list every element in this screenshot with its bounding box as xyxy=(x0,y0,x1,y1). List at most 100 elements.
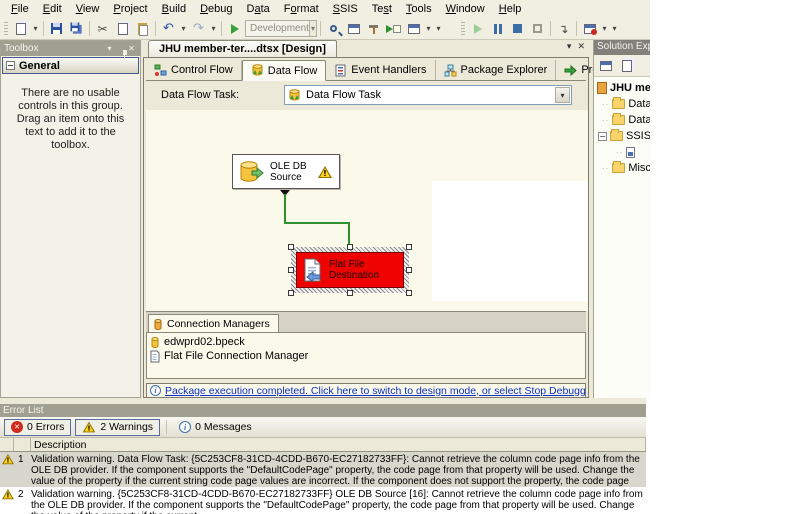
menu-ssis[interactable]: SSIS xyxy=(326,1,365,17)
selection-handle-ne[interactable] xyxy=(406,244,412,250)
tab-package-explorer[interactable]: Package Explorer xyxy=(436,60,557,80)
restart-button[interactable] xyxy=(528,20,547,38)
toolbox-group-general[interactable]: − General xyxy=(2,57,139,74)
configuration-value: Development xyxy=(250,23,309,34)
tree-item-folder[interactable]: ·· Misc xyxy=(594,160,650,176)
step-button[interactable]: ↴ xyxy=(554,20,573,38)
breakpoints-window-icon xyxy=(584,24,596,34)
stop-debug-button[interactable] xyxy=(508,20,527,38)
selection-handle-n[interactable] xyxy=(347,244,353,250)
messages-filter-button[interactable]: i 0 Messages xyxy=(173,419,258,436)
connection-manager-item[interactable]: Flat File Connection Manager xyxy=(150,349,582,363)
debug-windows-dropdown[interactable]: ▾ xyxy=(600,20,609,38)
menu-debug[interactable]: Debug xyxy=(193,1,239,17)
tree-item-package[interactable]: ·· xyxy=(594,144,650,160)
cut-button[interactable]: ✂ xyxy=(93,20,112,38)
tools-button[interactable] xyxy=(364,20,383,38)
deploy-button[interactable] xyxy=(384,20,403,38)
icon-column-header[interactable] xyxy=(0,438,14,451)
undo-dropdown[interactable]: ▾ xyxy=(179,20,188,38)
flat-file-destination-selection[interactable]: Flat File Destination xyxy=(291,247,409,293)
tree-collapse-icon[interactable]: − xyxy=(598,132,607,141)
add-item-dropdown[interactable]: ▾ xyxy=(31,20,40,38)
toolbar1-overflow[interactable]: ▾ xyxy=(434,20,443,38)
menu-window[interactable]: Window xyxy=(439,1,492,17)
toolbox-menu-dropdown[interactable]: ▾ xyxy=(104,44,115,53)
menu-file[interactable]: File xyxy=(4,1,36,17)
warning-row[interactable]: ! 2 Validation warning. {5C253CF8-31CD-4… xyxy=(0,487,646,514)
start-debug-button[interactable] xyxy=(225,20,244,38)
tab-control-flow[interactable]: Control Flow xyxy=(146,60,242,80)
save-button[interactable] xyxy=(47,20,66,38)
errors-filter-button[interactable]: ✕ 0 Errors xyxy=(4,419,71,436)
selection-handle-w[interactable] xyxy=(288,267,294,273)
number-column-header[interactable] xyxy=(14,438,31,451)
description-column-header[interactable]: Description xyxy=(31,438,646,451)
window-layout-dropdown[interactable]: ▾ xyxy=(424,20,433,38)
package-icon xyxy=(626,147,635,158)
combo-dropdown-icon[interactable]: ▾ xyxy=(555,87,570,103)
paste-button[interactable] xyxy=(133,20,152,38)
error-icon: ✕ xyxy=(11,421,23,433)
connection-manager-item[interactable]: edwprd02.bpeck xyxy=(150,335,582,349)
add-item-button[interactable] xyxy=(11,20,30,38)
show-all-files-button[interactable] xyxy=(618,57,636,74)
document-list-dropdown[interactable]: ▾ xyxy=(567,42,572,52)
tree-item-project[interactable]: JHU me xyxy=(594,80,650,96)
document-close-icon[interactable]: ✕ xyxy=(577,42,585,52)
properties-window-button[interactable] xyxy=(344,20,363,38)
warning-row[interactable]: ! 1 Validation warning. Data Flow Task: … xyxy=(0,452,646,487)
document-tab[interactable]: JHU member-ter....dtsx [Design] xyxy=(148,40,337,57)
breakpoints-button[interactable] xyxy=(580,20,599,38)
menu-view[interactable]: View xyxy=(69,1,107,17)
save-all-button[interactable] xyxy=(67,20,86,38)
menu-help[interactable]: Help xyxy=(492,1,529,17)
pause-button[interactable] xyxy=(488,20,507,38)
flat-file-destination-box[interactable]: Flat File Destination xyxy=(296,252,404,288)
menu-build[interactable]: Build xyxy=(155,1,193,17)
copy-button[interactable] xyxy=(113,20,132,38)
tab-data-flow[interactable]: Data Flow xyxy=(242,60,327,81)
undo-icon: ↶ xyxy=(163,22,174,35)
menu-format[interactable]: Format xyxy=(277,1,326,17)
selection-handle-se[interactable] xyxy=(406,290,412,296)
undo-button[interactable]: ↶ xyxy=(159,20,178,38)
menu-project[interactable]: Project xyxy=(106,1,154,17)
redo-dropdown[interactable]: ▾ xyxy=(209,20,218,38)
selection-handle-sw[interactable] xyxy=(288,290,294,296)
menu-data[interactable]: Data xyxy=(240,1,277,17)
selection-handle-e[interactable] xyxy=(406,267,412,273)
selection-handle-nw[interactable] xyxy=(288,244,294,250)
switch-to-design-mode-link[interactable]: Package execution completed. Click here … xyxy=(165,385,586,397)
warnings-filter-button[interactable]: ! 2 Warnings xyxy=(75,419,160,436)
continue-button[interactable] xyxy=(468,20,487,38)
connection-managers-tab[interactable]: Connection Managers xyxy=(148,314,279,333)
add-item-icon xyxy=(16,23,26,35)
properties-button[interactable] xyxy=(597,57,615,74)
data-flow-task-combo[interactable]: Data Flow Task ▾ xyxy=(284,85,572,105)
tree-item-folder-expanded[interactable]: − SSIS xyxy=(594,128,650,144)
tree-item-folder[interactable]: ·· Data xyxy=(594,112,650,128)
menu-test[interactable]: Test xyxy=(365,1,399,17)
task-label: Data Flow Task: xyxy=(161,89,239,101)
collapse-icon[interactable]: − xyxy=(6,61,15,70)
folder-icon xyxy=(612,115,625,125)
window-layout-button[interactable] xyxy=(404,20,423,38)
configuration-combo[interactable]: Development ▾ xyxy=(245,20,317,37)
database-cylinder-icon xyxy=(238,159,264,185)
design-surface[interactable]: OLE DB Source ! xyxy=(146,110,588,311)
menu-edit[interactable]: Edit xyxy=(36,1,69,17)
debug-toolbar-grip[interactable] xyxy=(461,22,465,36)
redo-button[interactable]: ↷ xyxy=(189,20,208,38)
toolbox-close-icon[interactable]: ✕ xyxy=(126,44,137,53)
menu-tools[interactable]: Tools xyxy=(399,1,439,17)
source-label-line1: OLE DB xyxy=(270,161,307,172)
toolbar2-overflow[interactable]: ▾ xyxy=(610,20,619,38)
selection-handle-s[interactable] xyxy=(347,290,353,296)
warning-icon: ! xyxy=(2,454,14,464)
tree-item-folder[interactable]: ·· Data xyxy=(594,96,650,112)
ole-db-source-box[interactable]: OLE DB Source ! xyxy=(232,154,340,189)
toolbar-grip[interactable] xyxy=(4,22,8,36)
tab-event-handlers[interactable]: Event Handlers xyxy=(326,60,435,80)
find-button[interactable] xyxy=(324,20,343,38)
